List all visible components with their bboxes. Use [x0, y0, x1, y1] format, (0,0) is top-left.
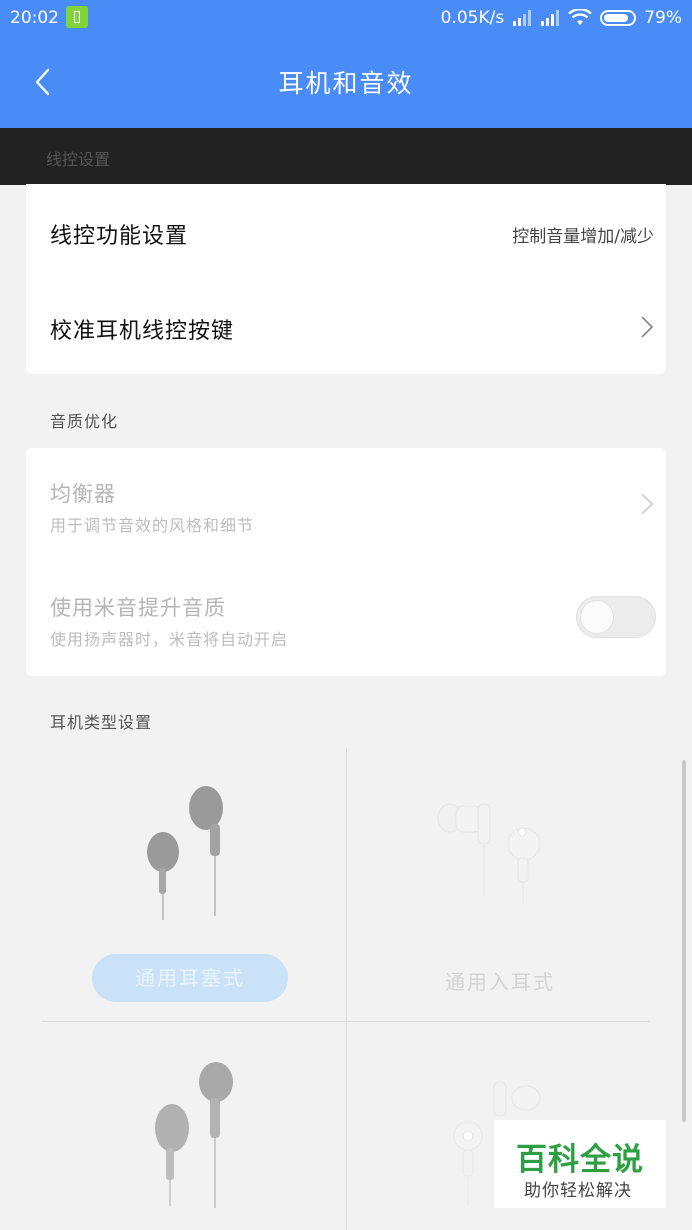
- in-ear-headphone-icon[interactable]: [432, 796, 552, 906]
- section-label-quality: 音质优化: [50, 412, 119, 431]
- signal-icon: [540, 9, 560, 27]
- wifi-icon: [568, 9, 593, 27]
- mi-sound-title: 使用米音提升音质: [50, 596, 226, 620]
- watermark-main: 百科全说: [516, 1142, 644, 1178]
- equalizer-subtitle: 用于调节音效的风格和细节: [50, 516, 255, 535]
- signal-icon: [512, 9, 532, 27]
- in-ear-option-label[interactable]: 通用入耳式: [400, 966, 600, 995]
- chevron-right-icon: [641, 493, 654, 515]
- app-header: 20:02 0.05K/s 79% 耳机和音效: [0, 0, 692, 128]
- earbud-option-button[interactable]: 通用耳塞式: [92, 954, 288, 1002]
- grid-divider-horizontal: [42, 1021, 650, 1022]
- page-title: 耳机和音效: [278, 69, 414, 98]
- mi-sound-subtitle: 使用扬声器时，米音将自动开启: [50, 630, 289, 649]
- battery-saver-icon: [66, 6, 88, 28]
- wire-function-row[interactable]: 线控功能设置 控制音量增加/减少: [26, 184, 666, 280]
- scrollbar[interactable]: [682, 760, 686, 1122]
- mi-sound-toggle[interactable]: [576, 596, 656, 638]
- section-label-headphone-type: 耳机类型设置: [50, 713, 153, 732]
- calibrate-label: 校准耳机线控按键: [50, 319, 235, 344]
- grid-divider-vertical: [346, 748, 347, 1230]
- watermark-sub: 助你轻松解决: [524, 1181, 632, 1201]
- wire-control-card: 线控功能设置 控制音量增加/减少 校准耳机线控按键: [26, 184, 666, 374]
- battery-icon: [600, 10, 637, 26]
- wire-function-value: 控制音量增加/减少: [512, 227, 654, 247]
- equalizer-title: 均衡器: [50, 482, 116, 506]
- status-time: 20:02: [10, 8, 59, 28]
- mi-sound-row: 使用米音提升音质 使用扬声器时，米音将自动开启: [26, 560, 666, 676]
- quality-card: 均衡器 用于调节音效的风格和细节 使用米音提升音质 使用扬声器时，米音将自动开启: [26, 448, 666, 676]
- battery-percent: 79%: [644, 8, 682, 28]
- net-speed: 0.05K/s: [440, 8, 505, 28]
- wire-function-label: 线控功能设置: [50, 224, 189, 249]
- earbud-headphone-icon[interactable]: [150, 1060, 250, 1210]
- chevron-right-icon: [641, 316, 654, 338]
- earbud-headphone-icon[interactable]: [140, 782, 240, 922]
- watermark-logo: 百科全说 助你轻松解决: [494, 1120, 666, 1208]
- status-bar: 20:02 0.05K/s 79%: [0, 0, 692, 38]
- toggle-knob: [580, 600, 614, 634]
- status-right-group: 0.05K/s 79%: [441, 8, 682, 28]
- equalizer-row[interactable]: 均衡器 用于调节音效的风格和细节: [26, 448, 666, 560]
- calibrate-row[interactable]: 校准耳机线控按键: [26, 280, 666, 374]
- section-label-wire-control: 线控设置: [46, 150, 111, 169]
